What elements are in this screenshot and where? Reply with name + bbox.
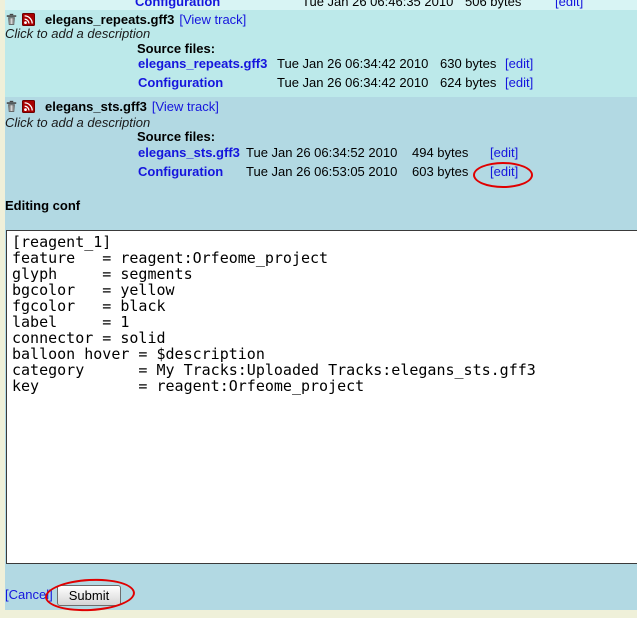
- track-section-elegans-repeats: elegans_repeats.gff3 [View track] Click …: [5, 10, 637, 97]
- track-header: elegans_repeats.gff3 [View track]: [5, 12, 246, 27]
- configuration-file-link[interactable]: Configuration: [135, 0, 220, 9]
- editing-conf-heading: Editing conf: [5, 198, 80, 213]
- edit-link[interactable]: [edit]: [505, 75, 533, 90]
- source-files-label: Source files:: [137, 41, 215, 56]
- share-track-icon[interactable]: [22, 13, 35, 26]
- configuration-file-link[interactable]: Configuration: [138, 75, 223, 90]
- file-date: Tue Jan 26 06:46:35 2010: [302, 0, 453, 9]
- table-row: Configuration Tue Jan 26 06:34:42 2010 6…: [5, 75, 637, 92]
- file-date: Tue Jan 26 06:34:52 2010: [246, 145, 397, 160]
- table-row: elegans_repeats.gff3 Tue Jan 26 06:34:42…: [5, 56, 637, 73]
- submit-button[interactable]: Submit: [57, 585, 121, 606]
- edit-link[interactable]: [edit]: [505, 56, 533, 71]
- track-title: elegans_sts.gff3: [45, 99, 147, 114]
- trash-icon[interactable]: [5, 100, 18, 113]
- source-files-label: Source files:: [137, 129, 215, 144]
- custom-tracks-page: { "colors": { "body_bg": "#eff0d9", "top…: [0, 0, 637, 618]
- file-size: 624 bytes: [440, 75, 496, 90]
- source-file-link[interactable]: elegans_repeats.gff3: [138, 56, 267, 71]
- source-file-link[interactable]: elegans_sts.gff3: [138, 145, 240, 160]
- previous-track-section: Configuration Tue Jan 26 06:46:35 2010 5…: [5, 0, 637, 10]
- view-track-link[interactable]: [View track]: [179, 12, 246, 27]
- file-size: 494 bytes: [412, 145, 468, 160]
- share-track-icon[interactable]: [22, 100, 35, 113]
- edit-link[interactable]: [edit]: [555, 0, 583, 9]
- file-date: Tue Jan 26 06:34:42 2010: [277, 75, 428, 90]
- add-description-prompt[interactable]: Click to add a description: [5, 115, 150, 130]
- edit-link[interactable]: [edit]: [490, 145, 518, 160]
- track-header: elegans_sts.gff3 [View track]: [5, 99, 219, 114]
- cancel-link[interactable]: [Cancel]: [5, 587, 53, 602]
- track-title: elegans_repeats.gff3: [45, 12, 174, 27]
- track-section-elegans-sts: elegans_sts.gff3 [View track] Click to a…: [5, 97, 637, 610]
- trash-icon[interactable]: [5, 13, 18, 26]
- table-row: elegans_sts.gff3 Tue Jan 26 06:34:52 201…: [5, 145, 637, 162]
- table-row: Configuration Tue Jan 26 06:53:05 2010 6…: [5, 164, 637, 181]
- content-area: Configuration Tue Jan 26 06:46:35 2010 5…: [5, 0, 637, 610]
- file-size: 630 bytes: [440, 56, 496, 71]
- configuration-file-link[interactable]: Configuration: [138, 164, 223, 179]
- add-description-prompt[interactable]: Click to add a description: [5, 26, 150, 41]
- edit-link[interactable]: [edit]: [490, 164, 518, 179]
- file-date: Tue Jan 26 06:34:42 2010: [277, 56, 428, 71]
- file-size: 506 bytes: [465, 0, 521, 9]
- config-textarea[interactable]: [reagent_1] feature = reagent:Orfeome_pr…: [6, 230, 637, 564]
- view-track-link[interactable]: [View track]: [152, 99, 219, 114]
- file-size: 603 bytes: [412, 164, 468, 179]
- table-row: Configuration Tue Jan 26 06:46:35 2010 5…: [5, 0, 637, 10]
- file-date: Tue Jan 26 06:53:05 2010: [246, 164, 397, 179]
